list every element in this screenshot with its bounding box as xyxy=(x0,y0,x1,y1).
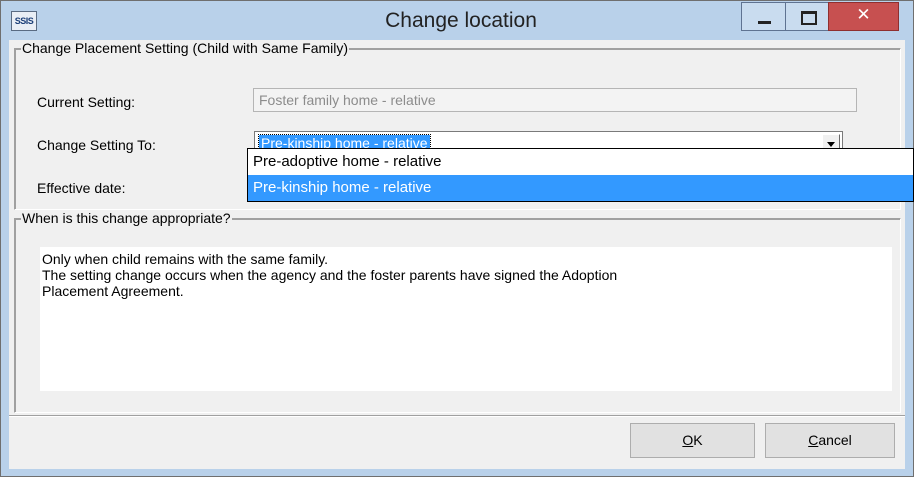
help-text-line: Placement Agreement. xyxy=(42,283,184,299)
cancel-button[interactable]: Cancel xyxy=(765,423,895,458)
current-setting-field: Foster family home - relative xyxy=(253,88,857,112)
close-button[interactable]: ✕ xyxy=(828,2,899,31)
help-text-box: Only when child remains with the same fa… xyxy=(40,247,892,391)
button-bar-separator xyxy=(9,415,905,417)
change-setting-label: Change Setting To: xyxy=(37,137,156,153)
window-title: Change location xyxy=(385,9,537,32)
title-bar[interactable]: SSIS Change location ✕ xyxy=(1,1,913,40)
cancel-mnemonic: C xyxy=(808,432,819,448)
ok-label: K xyxy=(693,432,703,448)
cancel-label: ancel xyxy=(818,432,852,448)
app-icon: SSIS xyxy=(11,11,37,31)
ok-button[interactable]: OK xyxy=(630,423,755,458)
help-text-line: Only when child remains with the same fa… xyxy=(42,251,329,267)
dialog-body: Change Placement Setting (Child with Sam… xyxy=(9,40,905,469)
maximize-icon xyxy=(801,11,817,25)
dropdown-arrow-icon xyxy=(827,142,835,147)
help-text-line: The setting change occurs when the agenc… xyxy=(42,267,618,283)
change-location-window: SSIS Change location ✕ Change Placement … xyxy=(0,0,914,477)
dropdown-option-pre-kinship[interactable]: Pre-kinship home - relative xyxy=(248,175,913,201)
maximize-button[interactable] xyxy=(785,2,829,31)
dropdown-option-pre-adoptive[interactable]: Pre-adoptive home - relative xyxy=(248,149,913,175)
help-group-legend: When is this change appropriate? xyxy=(21,210,232,226)
minimize-icon xyxy=(758,21,771,24)
ok-mnemonic: O xyxy=(682,432,694,448)
help-text: Only when child remains with the same fa… xyxy=(40,251,860,299)
minimize-button[interactable] xyxy=(741,2,786,31)
change-setting-dropdown-list[interactable]: Pre-adoptive home - relative Pre-kinship… xyxy=(247,148,914,202)
effective-date-label: Effective date: xyxy=(37,180,126,196)
close-icon: ✕ xyxy=(856,5,871,25)
placement-group-legend: Change Placement Setting (Child with Sam… xyxy=(21,40,350,56)
current-setting-label: Current Setting: xyxy=(37,94,136,110)
